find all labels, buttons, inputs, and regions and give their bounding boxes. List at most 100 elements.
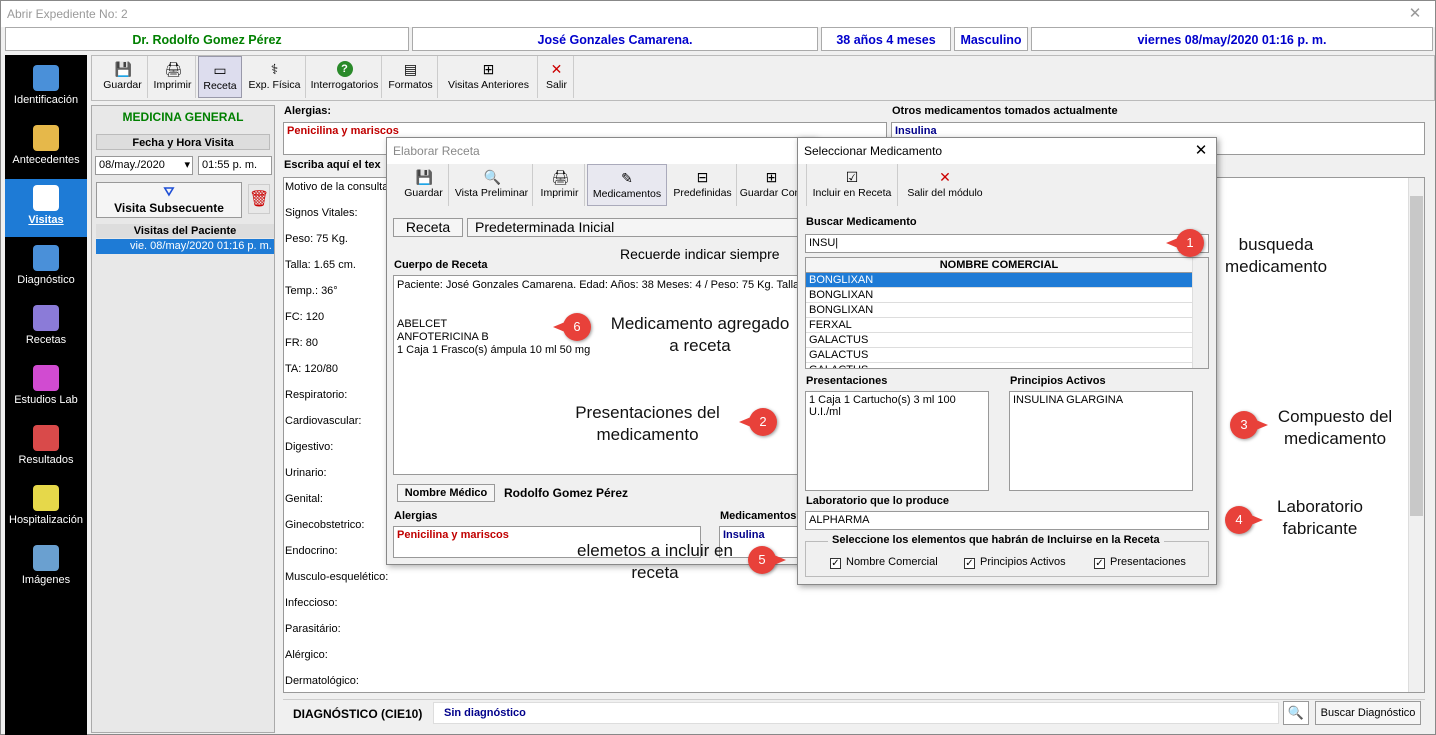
laboratory-field[interactable]: ALPHARMA xyxy=(805,511,1209,530)
visit-date-select[interactable]: 08/may./2020 ▾ xyxy=(95,156,193,175)
active-principles-value: INSULINA GLARGINA xyxy=(1013,394,1124,406)
vital-line: Temp.: 36° xyxy=(285,285,338,297)
main-toolbar: 💾 Guardar 🖨 Imprimir ▭ Receta ⚕ Exp. Física? Int… xyxy=(91,55,1435,101)
toolbar-formatos-button[interactable]: ▤ Formatos xyxy=(384,56,438,98)
search-input[interactable]: INSU| xyxy=(805,234,1209,253)
toolbar-label: Predefinidas xyxy=(673,187,732,199)
sidebar-item-visitas[interactable]: Visitas xyxy=(5,179,87,237)
search-icon[interactable]: 🔍 xyxy=(1283,701,1309,725)
receta-toolbar-button[interactable]: ✎ Medicamentos xyxy=(587,164,667,206)
annotation-text: Laboratorio fabricante xyxy=(1276,497,1363,538)
visit-button-label: Visita Subsecuente xyxy=(114,201,224,215)
patient-sex: Masculino xyxy=(954,27,1028,51)
vital-line: Parasitário: xyxy=(285,623,341,635)
toolbar-visitasanteriores-button[interactable]: ⊞ Visitas Anteriores xyxy=(440,56,538,98)
presentations-field[interactable]: 1 Caja 1 Cartucho(s) 3 ml 100 U.I./ml xyxy=(805,391,989,491)
fecha-hora-label: Fecha y Hora Visita xyxy=(96,134,270,150)
list-item[interactable]: BONGLIXAN xyxy=(806,273,1192,288)
visit-date-value: 08/may./2020 xyxy=(99,159,165,171)
tab-receta[interactable]: Receta xyxy=(393,218,463,237)
sidebar-item-recetas[interactable]: Recetas xyxy=(5,299,87,357)
toolbar-interrogatorios-button[interactable]: ? Interrogatorios xyxy=(308,56,382,98)
buscar-diagnostico-button[interactable]: Buscar Diagnóstico xyxy=(1315,701,1421,725)
close-red-icon: ✕ xyxy=(939,169,951,185)
sidebar-item-hospitalizacin[interactable]: Hospitalización xyxy=(5,479,87,537)
list-item[interactable]: GALACTUS xyxy=(806,333,1192,348)
exit-module-button[interactable]: ✕ Salir del módulo xyxy=(900,164,990,206)
include-in-receta-button[interactable]: ☑ Incluir en Receta xyxy=(806,164,898,206)
checkbox-icon: ✓ xyxy=(964,558,975,569)
left-panel: MEDICINA GENERAL Fecha y Hora Visita 08/… xyxy=(91,105,275,733)
check-presentaciones[interactable]: ✓ Presentaciones xyxy=(1094,556,1186,569)
window-title: Abrir Expediente No: 2 xyxy=(7,7,128,21)
visit-date: viernes 08/may/2020 01:16 p. m. xyxy=(1031,27,1433,51)
check-nombre-comercial[interactable]: ✓ Nombre Comercial xyxy=(830,556,938,569)
toolbar-icon: ⊞ xyxy=(765,169,778,185)
close-icon[interactable]: ✕ xyxy=(1395,1,1435,27)
notes-scrollbar[interactable] xyxy=(1408,178,1424,692)
medication-list[interactable]: NOMBRE COMERCIAL BONGLIXAN BONGLIXAN BONGL… xyxy=(805,257,1209,369)
receta-toolbar-button[interactable]: ⊞ Guardar Com xyxy=(739,164,805,206)
patient-age: 38 años 4 meses xyxy=(821,27,951,51)
toolbar-receta-button[interactable]: ▭ Receta xyxy=(198,56,242,98)
sidebar-item-resultados[interactable]: Resultados xyxy=(5,419,87,477)
tab-predeterminada[interactable]: Predeterminada Inicial xyxy=(467,218,807,237)
toolbar-expfsica-button[interactable]: ⚕ Exp. Física xyxy=(244,56,306,98)
vital-line: FR: 80 xyxy=(285,337,319,349)
toolbar-guardar-button[interactable]: 💾 Guardar xyxy=(98,56,148,98)
sidebar-item-identificacin[interactable]: Identificación xyxy=(5,59,87,117)
search-value: INSU xyxy=(809,237,836,249)
include-group-title: Seleccione los elementos que habrán de I… xyxy=(828,534,1164,546)
vital-line: Cardiovascular: xyxy=(285,415,362,427)
visita-subsecuente-button[interactable]: ⛛ Visita Subsecuente xyxy=(96,182,242,218)
toolbar-imprimir-button[interactable]: 🖨 Imprimir xyxy=(150,56,196,98)
active-principles-label: Principios Activos xyxy=(1010,375,1106,387)
check-principios-activos[interactable]: ✓ Principios Activos xyxy=(964,556,1066,569)
allergies-label: Alergias: xyxy=(284,105,332,117)
pencil-notepad-icon xyxy=(33,185,59,211)
list-item[interactable]: GALACTUS xyxy=(806,348,1192,363)
sidebar-item-label: Recetas xyxy=(25,334,67,346)
diagnosis-field[interactable]: Sin diagnóstico xyxy=(433,702,1279,724)
stack-tray-icon xyxy=(33,245,59,271)
receta-toolbar-button[interactable]: 🔍 Vista Preliminar xyxy=(451,164,533,206)
toolbar-salir-button[interactable]: ✕ Salir xyxy=(540,56,574,98)
toolbar-label: Imprimir xyxy=(540,187,579,199)
checkbox-icon: ✓ xyxy=(830,558,841,569)
clipboard-check-icon xyxy=(33,425,59,451)
list-item[interactable]: BONGLIXAN xyxy=(806,303,1192,318)
trash-icon[interactable]: 🗑 xyxy=(248,184,270,214)
exit-label: Salir del módulo xyxy=(907,187,983,199)
vital-line: Peso: 75 Kg. xyxy=(285,233,348,245)
chevron-down-icon[interactable]: ▾ xyxy=(184,157,190,174)
sidebar-item-antecedentes[interactable]: Antecedentes xyxy=(5,119,87,177)
list-item[interactable]: BONGLIXAN xyxy=(806,288,1192,303)
toolbar-label: Formatos xyxy=(388,79,433,91)
sidebar-item-label: Imágenes xyxy=(21,574,71,586)
receta-toolbar-button[interactable]: ⊟ Predefinidas xyxy=(669,164,737,206)
sidebar-item-imgenes[interactable]: Imágenes xyxy=(5,539,87,597)
sidebar-item-estudioslab[interactable]: Estudios Lab xyxy=(5,359,87,417)
include-group: Seleccione los elementos que habrán de I… xyxy=(805,534,1209,577)
check-label: Presentaciones xyxy=(1110,556,1186,568)
doctor-name-button[interactable]: Nombre Médico xyxy=(397,484,495,502)
toolbar-label: Exp. Física xyxy=(248,79,301,91)
selector-toolbar: ☑ Incluir en Receta ✕ Salir del módulo xyxy=(806,164,1216,208)
laboratory-label: Laboratorio que lo produce xyxy=(806,495,950,507)
visit-list-item[interactable]: vie. 08/may/2020 01:16 p. m. xyxy=(96,239,274,254)
sidebar-item-diagnstico[interactable]: Diagnóstico xyxy=(5,239,87,297)
flask-icon xyxy=(33,365,59,391)
visit-time-spinner[interactable]: 01:55 p. m. xyxy=(198,156,272,175)
selector-close-icon[interactable]: ✕ xyxy=(1186,138,1216,164)
active-principles-field[interactable]: INSULINA GLARGINA xyxy=(1009,391,1193,491)
other-meds-label: Otros medicamentos tomados actualmente xyxy=(892,105,1118,117)
receta-toolbar-button[interactable]: 🖨 Imprimir xyxy=(535,164,585,206)
list-item[interactable]: GALACTUS xyxy=(806,363,1192,368)
receta-toolbar-button[interactable]: 💾 Guardar xyxy=(399,164,449,206)
checkbox-icon: ✓ xyxy=(1094,558,1105,569)
receta-body-line xyxy=(397,292,809,305)
vital-line: Motivo de la consulta xyxy=(285,181,389,193)
visits-title: Visitas del Paciente xyxy=(96,224,274,238)
window-titlebar: Abrir Expediente No: 2 ✕ xyxy=(1,1,1435,27)
list-item[interactable]: FERXAL xyxy=(806,318,1192,333)
